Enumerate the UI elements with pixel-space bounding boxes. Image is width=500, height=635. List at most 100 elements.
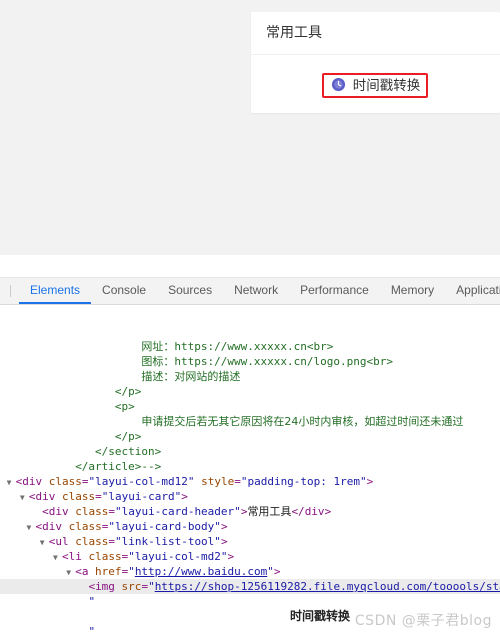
dom-tree-line[interactable]: </p> [0, 429, 500, 444]
dom-token: class [68, 505, 109, 518]
tab-performance[interactable]: Performance [289, 278, 380, 304]
dom-token: < [75, 565, 82, 578]
browser-page-viewport: 常用工具 时间戳转换 [0, 0, 500, 255]
common-tools-card: 常用工具 时间戳转换 [251, 12, 500, 113]
card-body: 时间戳转换 [251, 55, 500, 113]
tab-sources[interactable]: Sources [157, 278, 223, 304]
tab-console[interactable]: Console [91, 278, 157, 304]
dom-token: </p> [114, 385, 142, 398]
dom-token: 申请提交后若无其它原因将在24小时内审核，如超过时间还未通过 [141, 415, 464, 428]
dom-tree-line[interactable]: ▼ <div class="layui-card-body"> [0, 519, 500, 534]
dom-tree-line[interactable]: ▼ <div class="layui-card"> [0, 489, 500, 504]
timestamp-converter-link[interactable]: 时间戳转换 [325, 71, 427, 97]
dom-token: > [220, 535, 228, 548]
dom-token: < [42, 505, 49, 518]
dom-tree-line[interactable]: <img src="https://shop-1256119282.file.m… [0, 579, 500, 594]
dom-token: " [267, 565, 274, 578]
dom-token: "link-list-tool" [114, 535, 221, 548]
dom-token: div [48, 505, 69, 518]
dom-token: https://www.xxxxx.cn<br> [174, 340, 334, 353]
dom-tree-line[interactable]: " [0, 594, 500, 609]
dom-tree-line[interactable]: 申请提交后若无其它原因将在24小时内审核，如超过时间还未通过 [0, 414, 500, 429]
dom-token: div [42, 520, 62, 533]
chevron-down-icon[interactable]: ▼ [53, 550, 62, 564]
dom-token: 图标： [141, 355, 175, 368]
dom-token: https://www.xxxxx.cn/logo.png<br> [174, 355, 393, 368]
chevron-down-icon[interactable]: ▼ [66, 565, 75, 579]
dom-token: "padding-top: 1rem" [240, 475, 367, 488]
list-item: 时间戳转换 [325, 71, 427, 97]
dom-token: > [220, 520, 228, 533]
dom-token: </section> [95, 445, 162, 458]
dom-token: "layui-col-md12" [88, 475, 195, 488]
tab-memory[interactable]: Memory [380, 278, 445, 304]
dom-token: class [42, 475, 82, 488]
dom-tree-line[interactable]: <p> [0, 399, 500, 414]
chevron-down-icon[interactable]: ▼ [7, 475, 16, 489]
clock-icon [331, 77, 346, 92]
tool-link-list: 时间戳转换 [266, 65, 485, 103]
dom-token: ul [55, 535, 69, 548]
dom-token: > [181, 490, 188, 503]
dom-tree-line[interactable]: 描述：对网站的描述 [0, 369, 500, 384]
dom-tree-line[interactable]: ▼ <ul class="link-list-tool"> [0, 534, 500, 549]
dom-token: </p> [114, 430, 142, 443]
dom-token: img [95, 580, 115, 593]
timestamp-converter-label: 时间戳转换 [352, 78, 421, 94]
dom-token: 常用工具 [247, 505, 292, 518]
dom-token: "layui-col-md2" [128, 550, 228, 563]
dom-tree-line[interactable]: ▼ <li class="layui-col-md2"> [0, 549, 500, 564]
dom-token: style [194, 475, 235, 488]
csdn-watermark: CSDN @栗子君blog [354, 613, 492, 629]
tab-bar-divider [10, 285, 11, 297]
chevron-down-icon[interactable]: ▼ [20, 490, 29, 504]
dom-token: > [227, 550, 235, 563]
dom-token: </article>--> [75, 460, 162, 473]
dom-token: <p> [114, 400, 135, 413]
dom-token: li [68, 550, 82, 563]
dom-tree-line[interactable]: 网址：https://www.xxxxx.cn<br> [0, 339, 500, 354]
dom-tree-line[interactable]: </section> [0, 444, 500, 459]
dom-token: > [324, 505, 332, 518]
tab-elements[interactable]: Elements [19, 278, 92, 304]
dom-token: " [88, 595, 96, 608]
dom-token: " [148, 580, 155, 593]
dom-token: https://shop-1256119282.file.myqcloud.co… [154, 580, 500, 593]
dom-token: class [68, 535, 109, 548]
dom-token: > [366, 475, 374, 488]
dom-token: = [108, 535, 115, 548]
dom-token: div [22, 475, 43, 488]
dom-tree-line[interactable]: </article>--> [0, 459, 500, 474]
dom-tree-line[interactable]: <div class="layui-card-header">常用工具</div… [0, 504, 500, 519]
dom-tree-view[interactable]: 网址：https://www.xxxxx.cn<br> 图标：https://ww… [0, 305, 500, 634]
rendered-text-node-label: 时间戳转换 [290, 609, 351, 623]
dom-token: href [88, 565, 122, 578]
dom-token: "layui-card-body" [108, 520, 221, 533]
dom-token: " [128, 565, 135, 578]
dom-tree-line[interactable]: ▼ <div class="layui-col-md12" style="padd… [0, 474, 500, 489]
dom-token: "layui-card" [101, 490, 182, 503]
dom-token: < [61, 550, 69, 563]
devtools-panel: Elements Console Sources Network Performance… [0, 277, 500, 635]
tab-application[interactable]: Application [445, 278, 500, 304]
chevron-down-icon[interactable]: ▼ [40, 535, 49, 549]
dom-token: 网址： [141, 340, 175, 353]
card-header-title: 常用工具 [251, 12, 500, 55]
dom-token: "layui-card-header" [114, 505, 241, 518]
tab-network[interactable]: Network [223, 278, 289, 304]
dom-token: " [88, 625, 96, 634]
dom-token: div [304, 505, 325, 518]
dom-token: = [234, 475, 241, 488]
dom-token: 描述：对网站的描述 [141, 370, 241, 383]
dom-token: = [95, 490, 102, 503]
dom-tree-line[interactable]: 图标：https://www.xxxxx.cn/logo.png<br> [0, 354, 500, 369]
dom-tree-line[interactable]: ▼ <a href="http://www.baidu.com"> [0, 564, 500, 579]
dom-token: = [108, 505, 115, 518]
dom-token: </ [291, 505, 305, 518]
dom-token: src [114, 580, 142, 593]
dom-tree-line[interactable]: </p> [0, 384, 500, 399]
dom-token: div [35, 490, 56, 503]
devtools-resize-handle[interactable] [0, 255, 500, 277]
devtools-tab-bar: Elements Console Sources Network Performance… [0, 278, 500, 305]
dom-token: class [81, 550, 122, 563]
